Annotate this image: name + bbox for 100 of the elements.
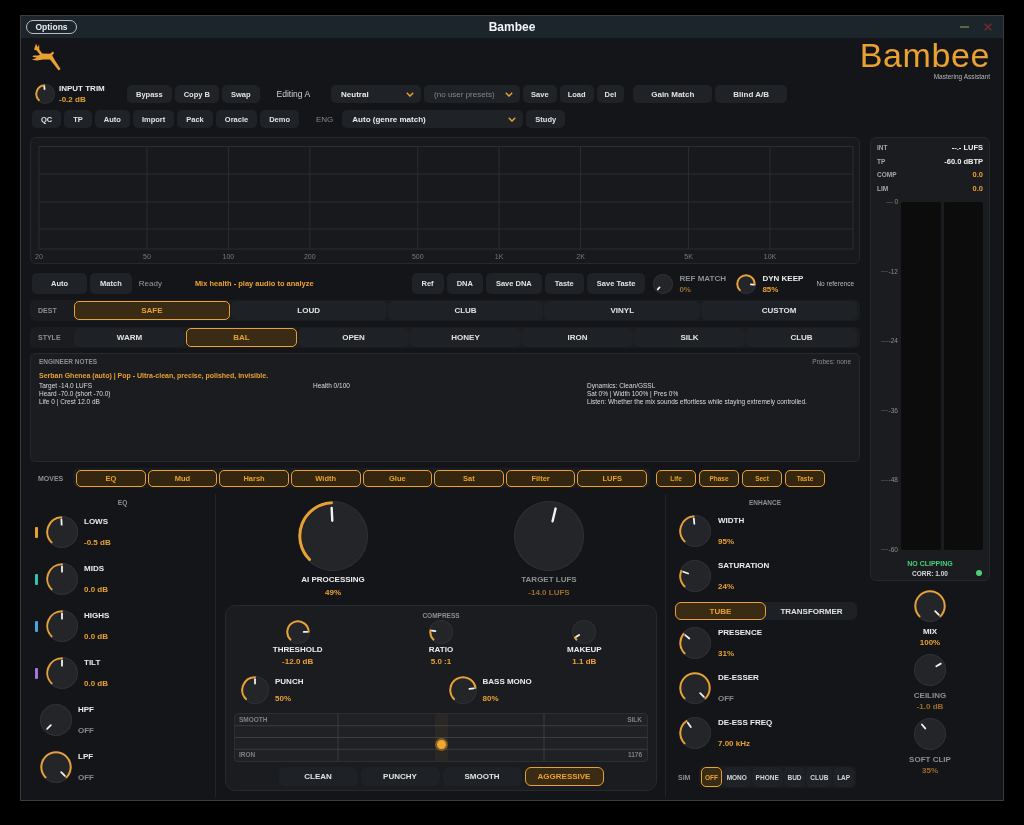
knob-value: OFF — [78, 726, 94, 735]
style-option[interactable]: SILK — [634, 328, 745, 347]
knob-value: 5.0 :1 — [430, 657, 452, 666]
style-option[interactable]: OPEN — [298, 328, 409, 347]
knob-label: REF MATCH — [679, 273, 726, 283]
style-option[interactable]: HONEY — [410, 328, 521, 347]
pad-handle[interactable] — [434, 738, 448, 752]
character-option[interactable]: TUBE — [675, 602, 766, 620]
knob[interactable] — [46, 563, 78, 595]
knob-label: LOWS — [84, 517, 109, 526]
knob-arc — [46, 657, 63, 685]
knob[interactable] — [679, 560, 711, 592]
destination-option[interactable]: LOUD — [230, 301, 387, 320]
knob-pointer — [698, 691, 706, 699]
knob-value: 80% — [482, 694, 500, 703]
knob[interactable] — [736, 273, 757, 294]
editing-label: Editing A — [276, 89, 311, 99]
knob-arc — [736, 273, 757, 291]
knob-pointer — [933, 609, 941, 617]
knob-label: SOFT CLIP — [909, 755, 951, 764]
knob-arc — [298, 501, 333, 561]
knob-arc — [448, 676, 477, 700]
compare-button[interactable]: Gain Match — [633, 85, 713, 103]
knob-label: RATIO — [428, 645, 454, 654]
knob-value: -1.0 dB — [916, 702, 944, 711]
knob-arc — [46, 610, 63, 638]
knob-pointer — [45, 723, 53, 731]
knob[interactable] — [572, 620, 597, 644]
knob[interactable] — [429, 620, 453, 644]
knob-value: 0% — [679, 284, 692, 294]
chevron-down-icon — [508, 116, 517, 122]
options-button[interactable]: Options — [26, 20, 77, 34]
knob-arc — [46, 563, 63, 591]
window-title: Bambee — [488, 20, 536, 34]
knob-arc — [679, 515, 695, 543]
knob[interactable] — [679, 717, 711, 749]
knob-label: AI PROCESSING — [301, 575, 365, 585]
user-preset-dropdown[interactable]: (no user presets) — [424, 85, 521, 103]
knob-arc — [679, 719, 688, 745]
style-option[interactable]: IRON — [522, 328, 633, 347]
knob-arc — [46, 516, 63, 544]
mode-button[interactable]: SMOOTH — [442, 767, 522, 786]
knob-label: CEILING — [913, 691, 947, 700]
knob[interactable] — [35, 84, 55, 104]
chevron-down-icon — [406, 91, 415, 97]
destination-option[interactable]: CUSTOM — [701, 301, 857, 320]
mode-button[interactable]: AGGRESSIVE — [524, 767, 604, 786]
knob-value: 0.0 dB — [84, 632, 109, 641]
knob-label: TARGET LUFS — [521, 575, 577, 585]
knob[interactable] — [285, 620, 310, 644]
knob[interactable] — [679, 627, 711, 659]
knob-value: -0.5 dB — [84, 538, 111, 547]
knob-arc — [241, 676, 256, 700]
knob-value: -12.0 dB — [282, 657, 314, 666]
brand-logo: Bambee — [859, 40, 990, 70]
destination-option[interactable]: CLUB — [387, 301, 544, 320]
knob-value: OFF — [718, 694, 735, 703]
knob-label: MAKEUP — [567, 645, 602, 654]
knob-value: -14.0 LUFS — [528, 588, 570, 598]
knob[interactable] — [448, 676, 477, 704]
compare-button[interactable]: Blind A/B — [715, 85, 788, 103]
mode-button[interactable]: PUNCHY — [360, 767, 440, 786]
knob-label: THRESHOLD — [272, 645, 323, 654]
knob[interactable] — [46, 610, 78, 642]
knob-pointer — [59, 770, 67, 778]
destination-option[interactable]: SAFE — [74, 301, 230, 320]
knob[interactable] — [679, 515, 711, 547]
knob-pointer — [575, 633, 581, 639]
knob-label: INPUT TRIM — [59, 84, 105, 93]
status-text: Ready — [138, 279, 162, 288]
knob-arc — [35, 84, 46, 102]
knob-value: 7.00 kHz — [718, 739, 752, 748]
knob-value: 35% — [922, 766, 938, 775]
chevron-down-icon — [505, 91, 514, 97]
style-option[interactable]: WARM — [74, 328, 185, 347]
knob-arc — [285, 620, 310, 641]
knob-label: DE-ESSER — [718, 673, 759, 682]
knob-value: 95% — [718, 537, 735, 546]
knob-value: 85% — [762, 284, 780, 294]
knob-arc — [679, 632, 686, 655]
knob-label: DYN KEEP — [762, 273, 804, 283]
knob-label: DE-ESS FREQ — [718, 718, 773, 727]
knob[interactable] — [46, 516, 78, 548]
deer-icon — [31, 42, 61, 72]
engine-dropdown[interactable]: Auto (genre match) — [342, 110, 524, 128]
knob-label: HPF — [78, 705, 94, 714]
knob-pointer — [656, 285, 662, 291]
preset-dropdown[interactable]: Neutral — [331, 85, 422, 103]
destination-option[interactable]: VINYL — [544, 301, 701, 320]
knob[interactable] — [241, 676, 269, 704]
knob-value: 100% — [919, 638, 941, 647]
knob-value: 31% — [718, 649, 735, 658]
style-option[interactable]: BAL — [186, 328, 297, 347]
knob-label: WIDTH — [718, 516, 745, 525]
style-option[interactable]: CLUB — [746, 328, 857, 347]
knob-label: TILT — [84, 658, 102, 667]
knob-value: 0.0 dB — [84, 585, 108, 594]
mode-button[interactable]: CLEAN — [278, 767, 358, 786]
knob[interactable] — [46, 657, 78, 689]
knob-label: PUNCH — [275, 677, 304, 686]
